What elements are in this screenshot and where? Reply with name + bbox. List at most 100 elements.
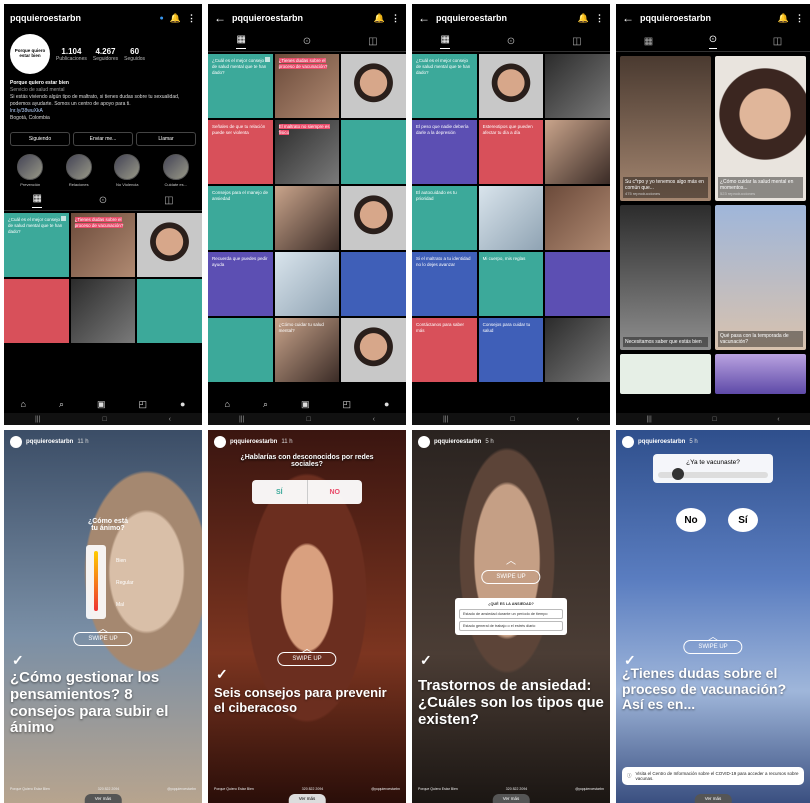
shop-icon[interactable]: ◰ — [343, 399, 352, 410]
reel-tile[interactable]: Qué pasa con la temporada de vacunación? — [715, 205, 806, 350]
recents-icon[interactable]: ||| — [646, 416, 651, 423]
grid-tab-icon[interactable]: ▦ — [440, 34, 450, 49]
shop-icon[interactable]: ◰ — [139, 399, 148, 410]
post-tile[interactable] — [545, 120, 610, 184]
post-tile[interactable]: ¿Cuál es el mejor consejo de salud menta… — [412, 54, 477, 118]
ver-mas-button[interactable]: Ver más — [694, 794, 732, 803]
reel-tile[interactable]: ¿Cómo cuidar la salud mental en momentos… — [715, 56, 806, 201]
story-avatar[interactable] — [418, 436, 430, 448]
post-tile[interactable]: ¿Cuál es el mejor consejo de salud menta… — [208, 54, 273, 118]
post-tile[interactable]: Estereotipos que pueden afectar tu día a… — [478, 120, 544, 184]
back-system-icon[interactable]: ‹ — [373, 416, 375, 423]
post-tile[interactable] — [478, 186, 544, 250]
post-tile[interactable] — [478, 54, 544, 118]
reels-tab-icon[interactable]: ⊙ — [708, 34, 718, 49]
post-tile[interactable] — [70, 279, 136, 343]
back-system-icon[interactable]: ‹ — [577, 416, 579, 423]
post-tile[interactable] — [4, 279, 69, 343]
post-tile[interactable]: Contáctanos para saber más — [412, 318, 477, 382]
back-system-icon[interactable]: ‹ — [169, 416, 171, 423]
post-tile[interactable] — [341, 120, 406, 184]
swipe-up-button[interactable]: SWIPE UP — [73, 632, 133, 646]
ver-mas-button[interactable]: Ver más — [84, 794, 122, 803]
following-button[interactable]: Siguiendo — [10, 132, 70, 146]
quiz-option[interactable]: Estado general de trabajo o el estrés di… — [459, 621, 563, 631]
post-tile[interactable] — [208, 318, 273, 382]
post-tile[interactable]: El peso que nadie debería darle a la dep… — [412, 120, 477, 184]
story-avatar[interactable] — [10, 436, 22, 448]
post-tile[interactable]: ¿Cuál es el mejor consejo de salud menta… — [4, 213, 69, 277]
highlight-item[interactable]: No Violencia — [114, 154, 141, 187]
back-arrow-icon[interactable]: ← — [622, 11, 634, 25]
post-tile[interactable]: ¿Cómo cuidar tu salud mental? — [274, 318, 340, 382]
post-tile[interactable]: Consejos para el manejo de ansiedad — [208, 186, 273, 250]
grid-tab-icon[interactable]: ▦ — [644, 36, 653, 47]
recents-icon[interactable]: ||| — [443, 416, 448, 423]
back-arrow-icon[interactable]: ← — [418, 11, 430, 25]
bell-icon[interactable]: 🔔 — [170, 13, 181, 24]
story-username[interactable]: pqquieroestarbn — [230, 439, 277, 445]
post-tile[interactable]: ¿Tienes dudas sobre el proceso de vacuna… — [70, 213, 136, 277]
reels-tab-icon[interactable]: ⊙ — [99, 195, 107, 206]
post-tile[interactable] — [341, 252, 406, 316]
story-username[interactable]: pqquieroestarbn — [26, 439, 73, 445]
bell-icon[interactable]: 🔔 — [374, 13, 385, 24]
grid-tab-icon[interactable]: ▦ — [236, 34, 246, 49]
tagged-tab-icon[interactable]: ◫ — [164, 195, 173, 206]
mood-option[interactable]: Bien — [116, 558, 126, 564]
post-tile[interactable]: Recuerda que puedes pedir ayuda — [208, 252, 273, 316]
poll-no-button[interactable]: NO — [308, 480, 363, 504]
grid-tab-icon[interactable]: ▦ — [32, 193, 42, 208]
home-system-icon[interactable]: □ — [102, 416, 106, 423]
home-icon[interactable]: ⌂ — [225, 399, 230, 409]
reel-tile[interactable]: Su c*rpo y yo tenemos algo más en común … — [620, 56, 711, 201]
profile-avatar-icon[interactable]: ● — [384, 399, 389, 409]
swipe-up-button[interactable]: SWIPE UP — [481, 570, 541, 584]
post-tile[interactable] — [274, 186, 340, 250]
post-tile[interactable] — [545, 186, 610, 250]
home-system-icon[interactable]: □ — [712, 416, 716, 423]
highlight-item[interactable]: Cuidate es... — [162, 154, 189, 187]
mood-slider[interactable] — [86, 545, 106, 619]
recents-icon[interactable]: ||| — [239, 416, 244, 423]
highlight-item[interactable]: Relaciones — [65, 154, 92, 187]
post-tile[interactable] — [274, 252, 340, 316]
post-tile[interactable]: El maltrato no siempre es físico — [274, 120, 340, 184]
post-tile[interactable]: Consejos para cuidar tu salud — [478, 318, 544, 382]
poll-yes-button[interactable]: Sí — [728, 508, 758, 532]
profile-link[interactable]: lnr.ly/38wuXkA — [10, 108, 43, 114]
back-system-icon[interactable]: ‹ — [777, 416, 779, 423]
story-username[interactable]: pqquieroestarbn — [434, 439, 481, 445]
story-username[interactable]: pqquieroestarbn — [638, 439, 685, 445]
covid-info-banner[interactable]: ⓘ Visita el Centro de Información sobre … — [622, 767, 804, 785]
post-tile[interactable]: Mi cuerpo, mis reglas — [478, 252, 544, 316]
post-tile[interactable]: Señales de que tu relación puede ser vio… — [208, 120, 273, 184]
post-tile[interactable] — [545, 318, 610, 382]
story-avatar[interactable] — [214, 436, 226, 448]
search-icon[interactable]: ⌕ — [263, 399, 268, 410]
search-icon[interactable]: ⌕ — [59, 399, 64, 410]
post-tile[interactable]: El autocuidado es tu prioridad — [412, 186, 477, 250]
call-button[interactable]: Llamar — [136, 132, 196, 146]
post-tile[interactable] — [137, 213, 202, 277]
home-icon[interactable]: ⌂ — [21, 399, 26, 409]
back-arrow-icon[interactable]: ← — [214, 11, 226, 25]
post-tile[interactable] — [545, 252, 610, 316]
more-options-icon[interactable]: ⋮ — [391, 13, 400, 24]
slider-handle-icon[interactable] — [672, 468, 684, 480]
more-options-icon[interactable]: ⋮ — [795, 13, 804, 24]
mood-option[interactable]: Regular — [116, 580, 134, 586]
more-options-icon[interactable]: ⋮ — [595, 13, 604, 24]
mood-option[interactable]: Mal — [116, 602, 124, 608]
reel-tile[interactable]: Necesitamos saber que estás bien — [620, 205, 711, 350]
recents-icon[interactable]: ||| — [35, 416, 40, 423]
bell-icon[interactable]: 🔔 — [578, 13, 589, 24]
reels-icon[interactable]: ▣ — [97, 399, 106, 410]
reels-tab-icon[interactable]: ⊙ — [303, 36, 311, 47]
more-options-icon[interactable]: ⋮ — [187, 13, 196, 24]
bell-icon[interactable]: 🔔 — [778, 13, 789, 24]
home-system-icon[interactable]: □ — [510, 416, 514, 423]
swipe-up-button[interactable]: SWIPE UP — [683, 640, 743, 654]
post-tile[interactable] — [341, 318, 406, 382]
reel-tile[interactable] — [715, 354, 806, 394]
